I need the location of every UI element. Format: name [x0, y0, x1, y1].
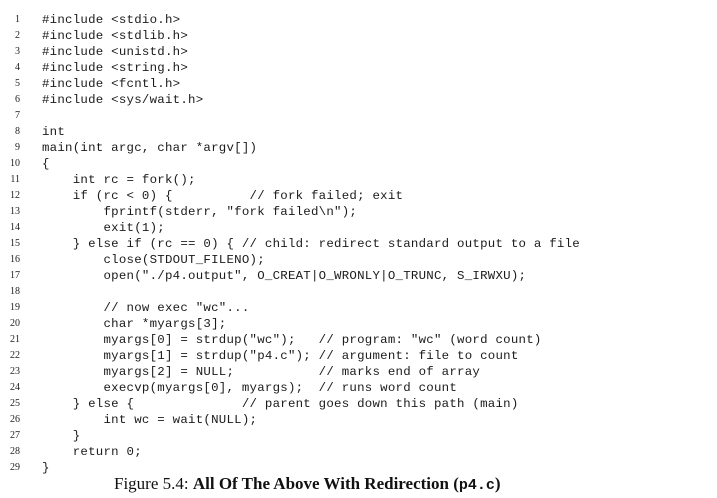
- code-text: // now exec "wc"...: [42, 301, 250, 315]
- line-number: 13: [10, 206, 20, 217]
- line-number: 15: [10, 238, 20, 249]
- line-number: 14: [10, 222, 20, 233]
- code-line: 11 int rc = fork();: [0, 172, 717, 188]
- line-number: 5: [15, 78, 20, 89]
- line-number: 6: [15, 94, 20, 105]
- code-line: 13 fprintf(stderr, "fork failed\n");: [0, 204, 717, 220]
- code-line: 19 // now exec "wc"...: [0, 300, 717, 316]
- line-number: 2: [15, 30, 20, 41]
- code-text: if (rc < 0) { // fork failed; exit: [42, 189, 404, 203]
- code-line: 22 myargs[1] = strdup("p4.c"); // argume…: [0, 348, 717, 364]
- code-line: 20 char *myargs[3];: [0, 316, 717, 332]
- figure-caption: Figure 5.4: All Of The Above With Redire…: [114, 474, 501, 494]
- code-text: #include <unistd.h>: [42, 45, 189, 59]
- line-number: 10: [10, 158, 20, 169]
- code-line: 16 close(STDOUT_FILENO);: [0, 252, 717, 268]
- code-line: 4 #include <string.h>: [0, 60, 717, 76]
- line-number: 16: [10, 254, 20, 265]
- code-text: exit(1);: [42, 221, 165, 235]
- code-text: #include <sys/wait.h>: [42, 93, 204, 107]
- code-text: #include <stdlib.h>: [42, 29, 189, 43]
- code-text: }: [42, 429, 81, 443]
- code-text: #include <string.h>: [42, 61, 189, 75]
- line-number: 26: [10, 414, 20, 425]
- code-line: 9 main(int argc, char *argv[]): [0, 140, 717, 156]
- line-number: 4: [15, 62, 20, 73]
- code-line: 24 execvp(myargs[0], myargs); // runs wo…: [0, 380, 717, 396]
- code-text: }: [42, 461, 50, 475]
- line-number: 8: [15, 126, 20, 137]
- line-number: 28: [10, 446, 20, 457]
- code-line: 27 }: [0, 428, 717, 444]
- code-text: fprintf(stderr, "fork failed\n");: [42, 205, 358, 219]
- line-number: 29: [10, 462, 20, 473]
- code-text: return 0;: [42, 445, 142, 459]
- code-line: 2 #include <stdlib.h>: [0, 28, 717, 44]
- line-number: 23: [10, 366, 20, 377]
- code-text: #include <fcntl.h>: [42, 77, 181, 91]
- code-text: int wc = wait(NULL);: [42, 413, 258, 427]
- code-line: 5 #include <fcntl.h>: [0, 76, 717, 92]
- caption-title: All Of The Above With Redirection (: [192, 474, 459, 493]
- code-text: close(STDOUT_FILENO);: [42, 253, 265, 267]
- line-number: 12: [10, 190, 20, 201]
- line-number: 9: [15, 142, 20, 153]
- code-line: 17 open("./p4.output", O_CREAT|O_WRONLY|…: [0, 268, 717, 284]
- line-number: 22: [10, 350, 20, 361]
- line-number: 27: [10, 430, 20, 441]
- code-text: } else if (rc == 0) { // child: redirect…: [42, 237, 580, 251]
- code-text: open("./p4.output", O_CREAT|O_WRONLY|O_T…: [42, 269, 527, 283]
- code-line: 1 #include <stdio.h>: [0, 12, 717, 28]
- line-number: 25: [10, 398, 20, 409]
- code-text: execvp(myargs[0], myargs); // runs word …: [42, 381, 458, 395]
- code-text: char *myargs[3];: [42, 317, 227, 331]
- line-number: 17: [10, 270, 20, 281]
- line-number: 3: [15, 46, 20, 57]
- code-line: 3 #include <unistd.h>: [0, 44, 717, 60]
- line-number: 20: [10, 318, 20, 329]
- code-listing: 1 #include <stdio.h> 2 #include <stdlib.h> 3…: [0, 12, 717, 476]
- code-line: 15 } else if (rc == 0) { // child: redir…: [0, 236, 717, 252]
- code-text: myargs[0] = strdup("wc"); // program: "w…: [42, 333, 542, 347]
- line-number: 7: [15, 110, 20, 121]
- code-text: int: [42, 125, 66, 139]
- code-line: 14 exit(1);: [0, 220, 717, 236]
- line-number: 18: [10, 286, 20, 297]
- code-line: 6 #include <sys/wait.h>: [0, 92, 717, 108]
- code-line: 23 myargs[2] = NULL; // marks end of arr…: [0, 364, 717, 380]
- code-text: myargs[1] = strdup("p4.c"); // argument:…: [42, 349, 519, 363]
- code-line: 21 myargs[0] = strdup("wc"); // program:…: [0, 332, 717, 348]
- line-number: 24: [10, 382, 20, 393]
- code-line: 12 if (rc < 0) { // fork failed; exit: [0, 188, 717, 204]
- code-line: 8 int: [0, 124, 717, 140]
- code-text: #include <stdio.h>: [42, 13, 181, 27]
- code-text: {: [42, 157, 50, 171]
- caption-filename: p4.c: [458, 477, 495, 494]
- code-text: } else { // parent goes down this path (…: [42, 397, 519, 411]
- code-text: main(int argc, char *argv[]): [42, 141, 258, 155]
- code-line: 7: [0, 108, 717, 124]
- line-number: 19: [10, 302, 20, 313]
- line-number: 1: [15, 14, 20, 25]
- caption-label: Figure 5.4:: [114, 474, 193, 493]
- line-number: 21: [10, 334, 20, 345]
- code-line: 26 int wc = wait(NULL);: [0, 412, 717, 428]
- code-line: 28 return 0;: [0, 444, 717, 460]
- code-line: 18: [0, 284, 717, 300]
- code-line: 10 {: [0, 156, 717, 172]
- code-text: myargs[2] = NULL; // marks end of array: [42, 365, 481, 379]
- line-number: 11: [10, 174, 20, 185]
- code-text: int rc = fork();: [42, 173, 196, 187]
- code-line: 25 } else { // parent goes down this pat…: [0, 396, 717, 412]
- caption-close-paren: ): [494, 474, 501, 493]
